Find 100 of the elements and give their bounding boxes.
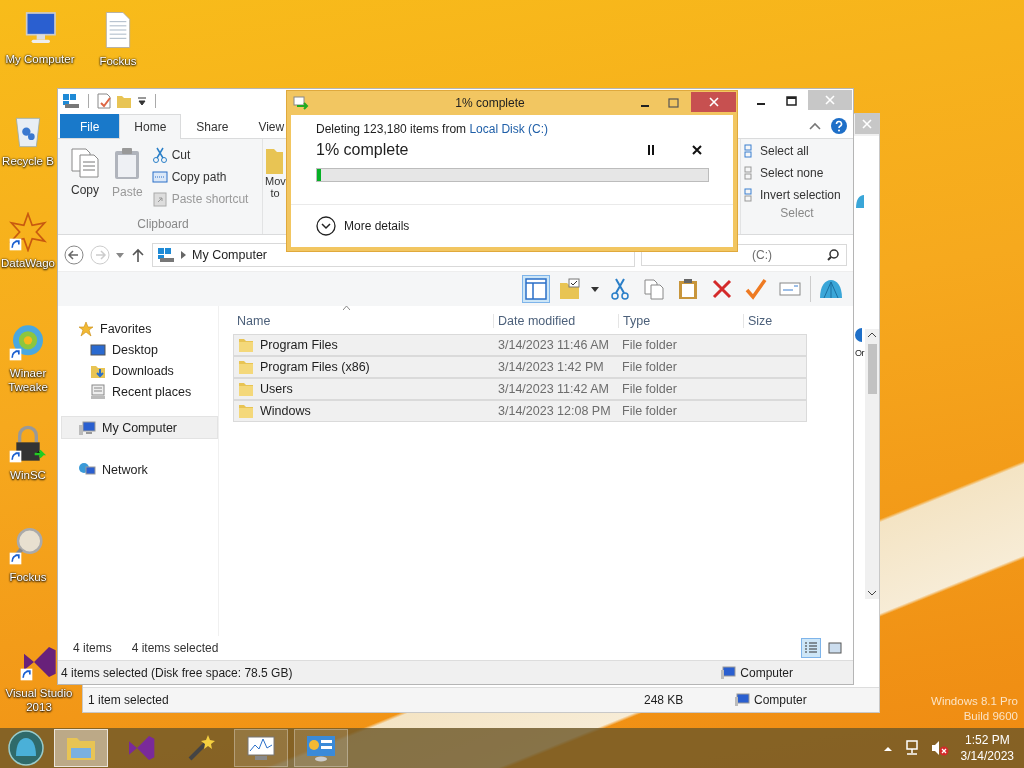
shell-logo-icon <box>8 730 44 766</box>
delete-icon <box>711 278 733 300</box>
close-button[interactable] <box>691 92 736 112</box>
close-icon <box>825 95 835 105</box>
file-row[interactable]: Program Files 3/14/2023 11:46 AM File folder <box>233 334 807 356</box>
file-row[interactable]: Windows 3/14/2023 12:08 PM File folder <box>233 400 807 422</box>
scrollbar-thumb[interactable] <box>867 344 877 394</box>
control-panel-icon <box>305 734 337 762</box>
chart-monitor-icon <box>245 734 277 762</box>
minimize-icon <box>756 103 766 105</box>
close-icon <box>708 97 719 107</box>
close-icon <box>862 119 872 129</box>
status-text: 4 items selected (Disk free space: 78.5 GB) <box>60 665 293 680</box>
pause-icon <box>647 145 655 155</box>
file-name: Users <box>260 382 293 396</box>
navigation-item[interactable]: Network <box>58 459 218 480</box>
collapse-ribbon-icon[interactable] <box>809 122 821 130</box>
cut-button[interactable]: Cut <box>148 145 252 165</box>
copy-path-button[interactable]: Copy path <box>148 167 252 187</box>
file-row[interactable]: Users 3/14/2023 11:42 AM File folder <box>233 378 807 400</box>
speaker-icon[interactable] <box>930 740 949 756</box>
column-header[interactable]: Type <box>618 314 743 328</box>
source-link[interactable]: Local Disk (C:) <box>469 122 549 136</box>
help-icon[interactable] <box>831 118 847 134</box>
computer-icon[interactable] <box>62 93 80 109</box>
maximize-icon <box>667 98 679 108</box>
ribbon-tab[interactable]: Share <box>181 114 244 138</box>
desktop-icon <box>90 342 106 357</box>
folder-icon <box>238 359 254 375</box>
move-to-button[interactable]: Mov to <box>263 139 285 234</box>
navigation-item[interactable]: Downloads <box>58 360 218 381</box>
star-icon <box>78 320 94 337</box>
computer-icon <box>720 665 737 680</box>
computer-icon <box>157 247 175 263</box>
close-icon <box>692 145 702 155</box>
scissors-icon <box>609 278 631 300</box>
help-icon[interactable] <box>855 328 862 342</box>
paste-shortcut-icon <box>151 191 168 207</box>
magic-wand-icon <box>186 733 216 763</box>
invert-selection-button[interactable]: Invert selection <box>741 185 853 205</box>
performance-monitor-button[interactable] <box>234 729 288 767</box>
folder-icon <box>238 337 254 353</box>
control-panel-button[interactable] <box>294 729 348 767</box>
scrollbar[interactable] <box>865 329 879 599</box>
windows-edition-text: Build 9600 <box>963 709 1018 724</box>
navigation-item[interactable]: Favorites <box>58 318 218 339</box>
recent-places-icon <box>90 383 106 400</box>
ribbon-tab[interactable]: Home <box>119 114 182 139</box>
file-name: Program Files <box>260 338 338 352</box>
ribbon-tab[interactable]: File <box>60 114 120 138</box>
scroll-down-icon[interactable] <box>868 590 876 596</box>
clock-date[interactable]: 3/14/2023 <box>960 748 1014 764</box>
chevron-down-icon <box>316 216 336 236</box>
clock-time[interactable]: 1:52 PM <box>964 732 1010 748</box>
computer-icon <box>78 419 96 436</box>
padlock-icon[interactable] <box>8 424 48 464</box>
shell-icon[interactable] <box>855 194 864 210</box>
group-label: Clipboard <box>136 216 190 233</box>
table-cell-text: 3/14/2023 1:42 PM <box>497 360 605 374</box>
details-view-button[interactable] <box>801 638 821 658</box>
table-cell-text: File folder <box>621 382 678 396</box>
table-cell-text: 3/14/2023 11:46 AM <box>497 338 610 352</box>
select-all-button[interactable]: Select all <box>741 141 853 161</box>
chevron-icon <box>181 251 186 259</box>
column-header[interactable]: Date modified <box>493 314 618 328</box>
up-arrow-icon[interactable] <box>132 248 144 262</box>
column-header[interactable]: Size <box>743 314 818 328</box>
dialog-title: 1% complete <box>454 96 526 110</box>
path-icon <box>151 170 168 184</box>
progress-heading: 1% complete <box>316 141 409 159</box>
copy-icon <box>643 278 665 300</box>
status-text: 248 KB <box>644 693 685 707</box>
caret-icon <box>591 286 599 292</box>
list-icon <box>804 642 818 654</box>
status-text: 1 item selected <box>88 693 170 707</box>
column-header[interactable]: Name <box>233 314 493 328</box>
back-button[interactable] <box>64 245 84 265</box>
navigation-item[interactable]: Desktop <box>58 339 218 360</box>
tick-icon <box>745 278 767 300</box>
properties-icon[interactable] <box>97 93 111 109</box>
navigation-item[interactable]: Recent places <box>58 381 218 402</box>
network-icon <box>78 461 96 478</box>
maximize-icon <box>785 96 797 106</box>
copy-button[interactable]: Copy <box>64 143 106 216</box>
pane-layout-icon <box>525 278 547 300</box>
select-none-button[interactable]: Select none <box>741 163 853 183</box>
star-pattern-icon[interactable] <box>8 212 48 252</box>
column-header: Or <box>855 348 864 358</box>
computer-icon <box>734 693 750 707</box>
clipboard-icon <box>677 278 699 300</box>
caret-icon[interactable] <box>137 96 147 106</box>
scroll-up-icon[interactable] <box>868 332 876 338</box>
table-cell-text: 3/14/2023 12:08 PM <box>497 404 612 418</box>
file-row[interactable]: Program Files (x86) 3/14/2023 1:42 PM File folder <box>233 356 807 378</box>
item-count: 4 items <box>73 641 112 655</box>
file-name: Windows <box>260 404 311 418</box>
preview-pane-button[interactable] <box>522 275 550 303</box>
group-label: Select <box>779 205 815 222</box>
navigation-item[interactable]: My Computer <box>61 416 218 439</box>
deleting-message: Deleting 123,180 items from <box>316 122 467 136</box>
